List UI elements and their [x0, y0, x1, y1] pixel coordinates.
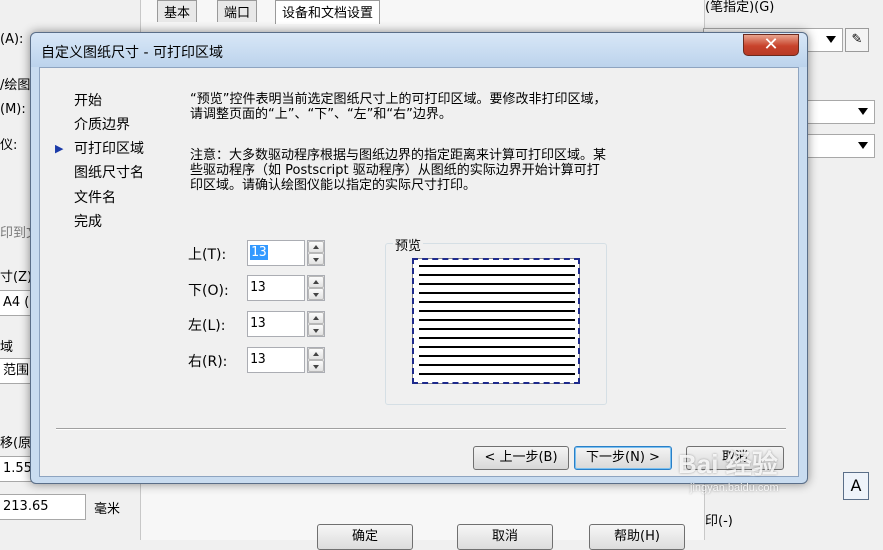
bg-cancel-button[interactable]: 取消	[457, 524, 553, 550]
bg-offset-y-field[interactable]: 213.65	[0, 494, 86, 520]
description-note: 注意：大多数驱动程序根据与图纸边界的指定距离来计算可打印区域。某些驱动程序（如 …	[190, 148, 607, 193]
preview-line	[419, 337, 575, 339]
chevron-down-icon	[858, 108, 868, 115]
text-style-icon[interactable]: A	[843, 472, 869, 500]
spin-up-icon[interactable]	[308, 241, 324, 253]
preview-line	[419, 265, 575, 267]
preview-line	[419, 319, 575, 321]
spin-up-icon[interactable]	[308, 276, 324, 288]
bg-label-a: (A):	[0, 32, 24, 47]
nav-item-paper-size-name: 图纸尺寸名	[74, 165, 144, 181]
left-margin-label: 左(L):	[188, 318, 226, 334]
edit-pen-icon[interactable]: ✎	[845, 28, 869, 52]
top-margin-spinner[interactable]	[307, 240, 325, 266]
bg-help-button[interactable]: 帮助(H)	[589, 524, 685, 550]
custom-paper-size-dialog: 自定义图纸尺寸 - 可打印区域 ✕ 开始 介质边界 ▶ 可打印区域 图纸尺寸名 …	[30, 32, 808, 484]
top-margin-label: 上(T):	[188, 247, 227, 263]
nav-item-file-name: 文件名	[74, 190, 116, 206]
spin-down-icon[interactable]	[308, 360, 324, 372]
bg-unit-label: 毫米	[94, 502, 121, 517]
bg-tab-device-settings[interactable]: 设备和文档设置	[275, 0, 381, 24]
nav-item-printable-area: 可打印区域	[74, 141, 144, 157]
dialog-client-area: 开始 介质边界 ▶ 可打印区域 图纸尺寸名 文件名 完成 “预览”控件表明当前选…	[39, 67, 799, 477]
right-margin-spinner[interactable]	[307, 347, 325, 373]
preview-line	[419, 301, 575, 303]
nav-item-finish: 完成	[74, 214, 102, 230]
left-margin-input[interactable]: 13	[247, 311, 305, 337]
preview-printable-area	[412, 258, 580, 384]
close-button[interactable]: ✕	[743, 34, 799, 56]
spin-up-icon[interactable]	[308, 348, 324, 360]
bg-ok-button[interactable]: 确定	[317, 524, 413, 550]
bg-label-size: 寸(Z)	[0, 270, 33, 285]
preview-line	[419, 328, 575, 330]
bg-pen-assign-label: (笔指定)(G)	[705, 0, 775, 15]
spin-down-icon[interactable]	[308, 324, 324, 336]
bg-label-device: 仪:	[0, 138, 18, 153]
watermark-url: jingyan.baidu.com	[690, 482, 779, 494]
button-separator	[56, 428, 786, 430]
nav-item-start: 开始	[74, 93, 102, 109]
dialog-titlebar[interactable]: 自定义图纸尺寸 - 可打印区域 ✕	[31, 33, 807, 67]
preview-line	[419, 346, 575, 348]
dialog-title: 自定义图纸尺寸 - 可打印区域	[41, 45, 223, 61]
spin-down-icon[interactable]	[308, 253, 324, 265]
preview-line	[419, 283, 575, 285]
left-margin-spinner[interactable]	[307, 311, 325, 337]
watermark-logo: Bai 经验	[678, 449, 778, 479]
back-button[interactable]: < 上一步(B)	[473, 446, 569, 470]
nav-item-media-bounds: 介质边界	[74, 117, 130, 133]
chevron-down-icon	[858, 142, 868, 149]
preview-line	[419, 373, 575, 375]
description-preview: “预览”控件表明当前选定图纸尺寸上的可打印区域。要修改非打印区域，请调整页面的“…	[190, 92, 607, 122]
bottom-margin-spinner[interactable]	[307, 275, 325, 301]
bg-label-plot: /绘图	[0, 78, 31, 93]
bg-label-offset: 移(原	[0, 436, 32, 451]
preview-line	[419, 292, 575, 294]
preview-line	[419, 274, 575, 276]
preview-line	[419, 310, 575, 312]
top-margin-input[interactable]: 13	[247, 240, 305, 266]
spin-up-icon[interactable]	[308, 312, 324, 324]
bg-tab-basic[interactable]: 基本	[157, 0, 198, 22]
chevron-down-icon	[826, 36, 836, 43]
next-button[interactable]: 下一步(N) >	[574, 446, 672, 470]
preview-label: 预览	[393, 235, 424, 254]
right-margin-input[interactable]: 13	[247, 347, 305, 373]
bg-label-area: 域	[0, 340, 14, 355]
preview-line	[419, 364, 575, 366]
bg-label-m: (M):	[0, 102, 26, 117]
close-icon: ✕	[763, 34, 779, 55]
bg-print-label: 印(-)	[705, 514, 733, 529]
current-step-arrow-icon: ▶	[55, 142, 64, 155]
right-margin-label: 右(R):	[188, 354, 228, 370]
bg-tab-port[interactable]: 端口	[217, 0, 258, 22]
spin-down-icon[interactable]	[308, 288, 324, 300]
bottom-margin-input[interactable]: 13	[247, 275, 305, 301]
bottom-margin-label: 下(O):	[188, 283, 229, 299]
preview-line	[419, 355, 575, 357]
